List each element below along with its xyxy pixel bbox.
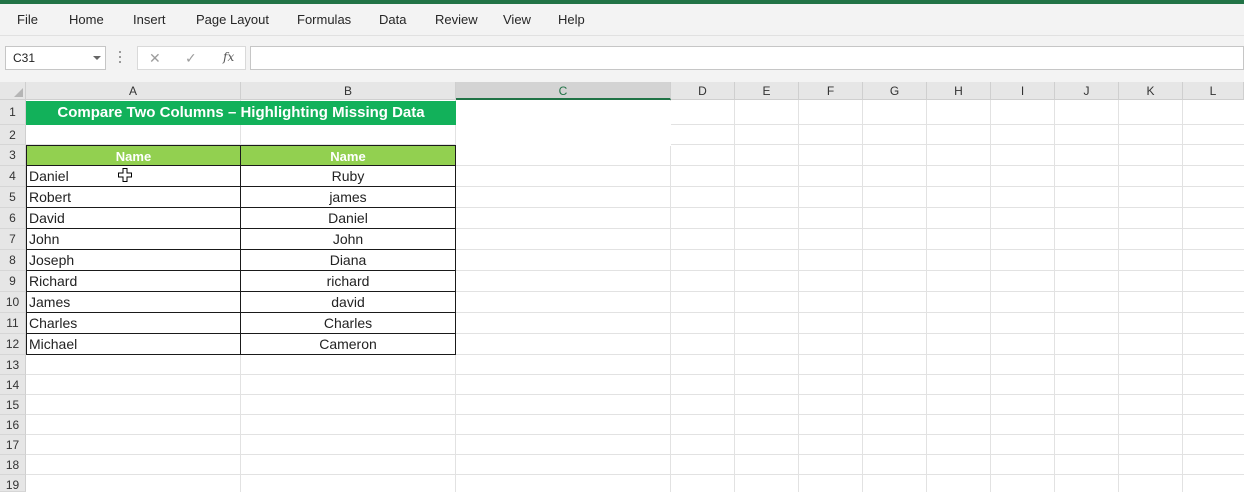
row-header-5[interactable]: 5 — [0, 187, 26, 208]
row-header-3[interactable]: 3 — [0, 145, 26, 166]
column-header-b[interactable]: B — [241, 82, 456, 100]
cell-b[interactable]: John — [240, 229, 456, 250]
row-header-16[interactable]: 16 — [0, 415, 26, 435]
chevron-down-icon[interactable] — [93, 56, 101, 60]
row-header-13[interactable]: 13 — [0, 355, 26, 375]
row-header-12[interactable]: 12 — [0, 334, 26, 355]
cell-b[interactable]: Charles — [240, 313, 456, 334]
column-header-l[interactable]: L — [1183, 82, 1244, 100]
column-header-k[interactable]: K — [1119, 82, 1183, 100]
row-header-15[interactable]: 15 — [0, 395, 26, 415]
worksheet-grid: A B C D E F G H I J K L 1 2 3 4 5 6 7 8 … — [0, 82, 1244, 492]
cell-b[interactable]: james — [240, 187, 456, 208]
tab-data[interactable]: Data — [379, 12, 406, 27]
column-header-f[interactable]: F — [799, 82, 863, 100]
column-header-a[interactable]: A — [26, 82, 241, 100]
row-header-11[interactable]: 11 — [0, 313, 26, 334]
formula-input[interactable] — [250, 46, 1244, 70]
select-all-icon — [14, 88, 23, 97]
row-header-2[interactable]: 2 — [0, 125, 26, 145]
cell-a[interactable]: David — [26, 208, 241, 229]
formula-bar-area: C31 ✕ ✓ fx — [0, 36, 1244, 82]
column-header-g[interactable]: G — [863, 82, 927, 100]
column-header-i[interactable]: I — [991, 82, 1055, 100]
row-header-10[interactable]: 10 — [0, 292, 26, 313]
tab-home[interactable]: Home — [69, 12, 104, 27]
cell-a[interactable]: James — [26, 292, 241, 313]
enter-icon[interactable]: ✓ — [185, 50, 197, 67]
column-header-c[interactable]: C — [456, 82, 671, 100]
column-header-j[interactable]: J — [1055, 82, 1119, 100]
cell-cursor-icon — [118, 168, 132, 182]
row-header-18[interactable]: 18 — [0, 455, 26, 475]
table-header-a[interactable]: Name — [26, 145, 241, 166]
name-box[interactable]: C31 — [5, 46, 106, 70]
cell-b[interactable]: Daniel — [240, 208, 456, 229]
column-header-h[interactable]: H — [927, 82, 991, 100]
cell-a[interactable]: Joseph — [26, 250, 241, 271]
column-header-e[interactable]: E — [735, 82, 799, 100]
row-header-1[interactable]: 1 — [0, 100, 26, 125]
row-header-4[interactable]: 4 — [0, 166, 26, 187]
gridline — [26, 454, 1244, 455]
gridline — [26, 414, 1244, 415]
tab-view[interactable]: View — [503, 12, 531, 27]
grip-dots-icon — [119, 51, 122, 65]
cell-a[interactable]: Michael — [26, 334, 241, 355]
row-header-9[interactable]: 9 — [0, 271, 26, 292]
tab-formulas[interactable]: Formulas — [297, 12, 351, 27]
cell-b[interactable]: richard — [240, 271, 456, 292]
cell-a[interactable]: Robert — [26, 187, 241, 208]
row-header-19[interactable]: 19 — [0, 475, 26, 492]
cell-a[interactable]: John — [26, 229, 241, 250]
cell-a[interactable]: Daniel — [26, 166, 241, 187]
tab-review[interactable]: Review — [435, 12, 478, 27]
cell-b[interactable]: Cameron — [240, 334, 456, 355]
cell-b[interactable]: Ruby — [240, 166, 456, 187]
column-header-d[interactable]: D — [671, 82, 735, 100]
select-all-corner[interactable] — [0, 82, 26, 100]
tab-file[interactable]: File — [17, 12, 38, 27]
row-header-8[interactable]: 8 — [0, 250, 26, 271]
sheet-title[interactable]: Compare Two Columns – Highlighting Missi… — [26, 101, 456, 125]
table-header-b[interactable]: Name — [240, 145, 456, 166]
row-header-17[interactable]: 17 — [0, 435, 26, 455]
row-header-7[interactable]: 7 — [0, 229, 26, 250]
tab-help[interactable]: Help — [558, 12, 585, 27]
gridline — [26, 374, 1244, 375]
insert-function-icon[interactable]: fx — [223, 50, 234, 64]
tab-page-layout[interactable]: Page Layout — [196, 12, 269, 27]
formula-buttons: ✕ ✓ fx — [137, 46, 246, 70]
gridline — [26, 434, 1244, 435]
row-header-14[interactable]: 14 — [0, 375, 26, 395]
names-table: Name Name Daniel Ruby Robert james David… — [26, 145, 456, 355]
row-header-6[interactable]: 6 — [0, 208, 26, 229]
gridline — [26, 394, 1244, 395]
cancel-icon[interactable]: ✕ — [149, 50, 161, 67]
cell-b[interactable]: david — [240, 292, 456, 313]
cell-b[interactable]: Diana — [240, 250, 456, 271]
name-box-value: C31 — [13, 51, 36, 65]
gridline — [26, 474, 1244, 475]
column-c-blank-area — [456, 101, 671, 146]
ribbon-tabs: File Home Insert Page Layout Formulas Da… — [0, 4, 1244, 36]
tab-insert[interactable]: Insert — [133, 12, 166, 27]
cell-a[interactable]: Charles — [26, 313, 241, 334]
cell-a[interactable]: Richard — [26, 271, 241, 292]
